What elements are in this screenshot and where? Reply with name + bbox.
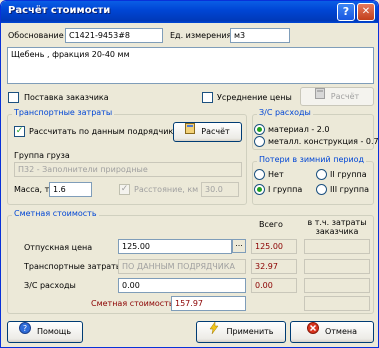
zs-option-metal[interactable] [254,136,265,147]
winter-option-group1-label: I группа [268,185,303,194]
transport-cost-label: Транспортные затраты [24,262,123,271]
distance-input[interactable]: 30.0 [201,182,239,197]
transport-legend: Транспортные затраты [12,108,115,117]
name-textarea[interactable]: Щебень , фракция 20-40 мм [7,47,374,84]
unit-label: Ед. измерения [170,31,232,40]
basis-input[interactable]: С1421-9453#8 [65,28,163,43]
release-price-customer [304,239,370,254]
calc-cost-dialog: Расчёт стоимости ? ✕ Обоснование С1421-9… [0,0,379,348]
distance-checkbox[interactable]: ✓ [119,184,130,195]
avg-calc-button[interactable]: Расчёт [300,87,374,106]
zs-cost-input[interactable]: 0.00 [118,278,246,293]
winter-group [252,161,374,205]
svg-text:?: ? [23,324,27,333]
by-contractor-checkbox[interactable]: ✓ [14,126,25,137]
zs-cost-total: 0.00 [251,278,297,293]
cancel-button[interactable]: Отмена [290,321,374,343]
estimate-legend: Сметная стоимость [12,209,99,218]
transport-cost-customer [304,259,370,274]
transport-calc-button[interactable]: Расчёт [173,122,242,142]
window-title: Расчёт стоимости [8,5,111,16]
mass-label: Масса, т [14,185,50,194]
distance-label: Расстояние, км [134,185,199,194]
cancel-icon [306,322,319,342]
zs-option-metal-label: металл. конструкция - 0.75 [268,137,379,146]
apply-button[interactable]: Применить [196,321,286,343]
title-bar[interactable]: Расчёт стоимости ? ✕ [1,1,378,23]
avg-price-checkbox[interactable] [202,92,213,103]
col-customer-header: в т.ч. затраты заказчика [307,218,367,236]
winter-option-group3[interactable] [316,184,327,195]
estimate-cost-label: Сметная стоимость [91,299,174,308]
lightning-icon [208,321,220,342]
cargo-group-label: Группа груза [14,151,70,160]
winter-legend: Потери в зимний период [257,155,367,164]
by-contractor-label: Рассчитать по данным подрядчика [29,127,179,136]
winter-option-group3-label: III группа [330,185,369,194]
winter-option-none[interactable] [254,169,265,180]
zs-option-material-label: материал - 2.0 [268,125,330,134]
help-button[interactable]: ? Помощь [7,321,83,343]
mass-input[interactable]: 1.6 [49,182,92,197]
zs-legend: З/С расходы [257,108,313,117]
basis-label: Обоснование [8,31,64,40]
winter-option-group2-label: II группа [330,170,367,179]
calculator-icon [185,123,196,141]
estimate-cost-value: 157.97 [171,296,246,311]
release-price-label: Отпускная цена [24,243,93,252]
cargo-group-input[interactable]: П32 - Заполнители природные [14,162,242,177]
winter-option-group2[interactable] [316,169,327,180]
col-total-header: Всего [259,220,283,229]
close-title-button[interactable]: ✕ [357,3,375,21]
release-price-input[interactable]: 125.00 [118,239,232,254]
calculator-icon [314,88,325,105]
customer-supply-checkbox[interactable] [8,92,19,103]
unit-input[interactable]: м3 [230,28,290,43]
estimate-cost-customer [304,296,370,311]
zs-cost-customer [304,278,370,293]
release-price-ellipsis-button[interactable]: ... [232,239,246,253]
help-icon: ? [18,322,31,342]
zs-cost-label: З/С расходы [24,281,76,290]
customer-supply-label: Поставка заказчика [24,93,109,102]
help-title-button[interactable]: ? [337,3,355,21]
winter-option-group1[interactable] [254,184,265,195]
transport-cost-input[interactable]: ПО ДАННЫМ ПОДРЯДЧИКА [118,259,246,274]
release-price-total: 125.00 [251,239,297,254]
zs-option-material[interactable] [254,124,265,135]
winter-option-none-label: Нет [268,170,284,179]
avg-price-label: Усреднение цены [217,93,292,102]
transport-cost-total: 32.97 [251,259,297,274]
